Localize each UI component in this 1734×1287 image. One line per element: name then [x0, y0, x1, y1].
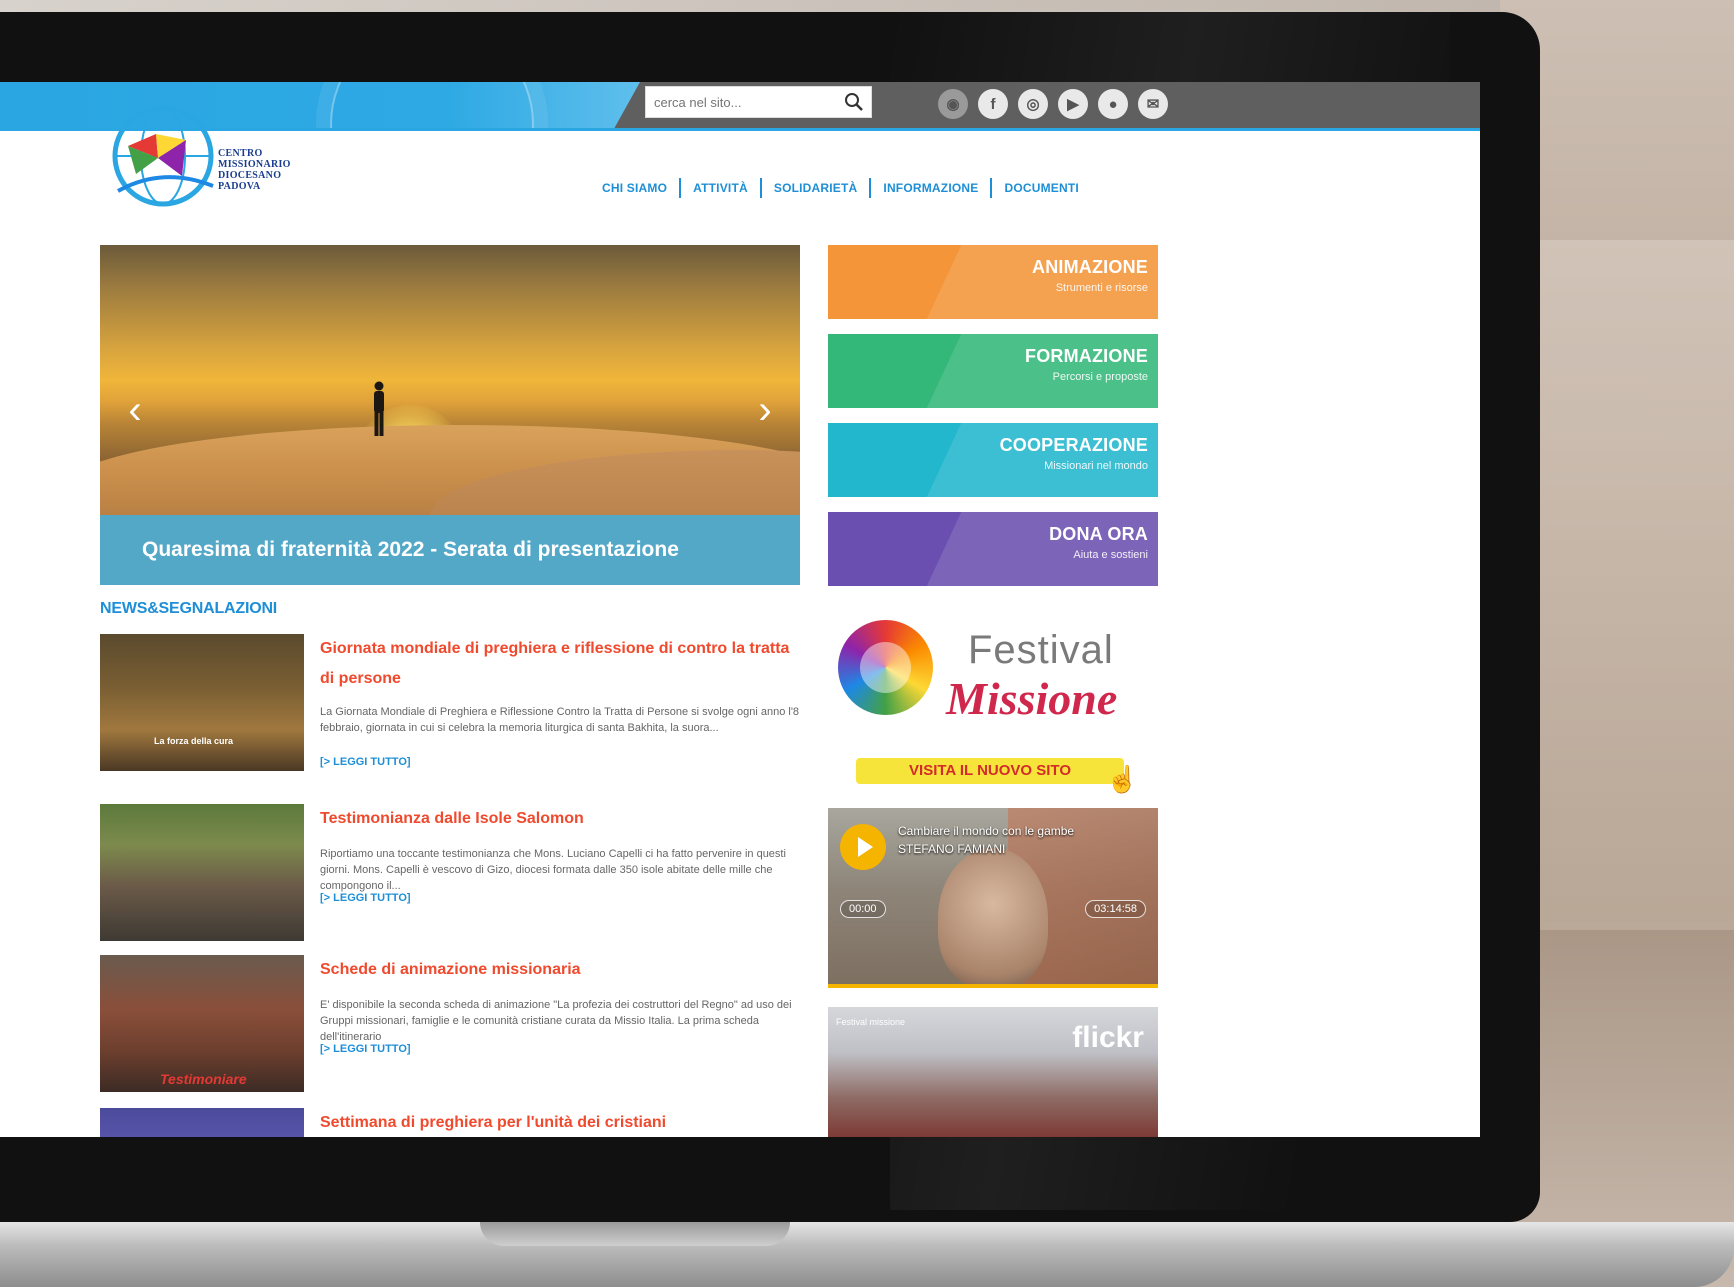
tile-subtitle: Percorsi e proposte: [1052, 371, 1148, 383]
nav-informazione[interactable]: INFORMAZIONE: [871, 181, 990, 195]
tile-title: DONA ORA: [1049, 524, 1148, 544]
slider-prev-button[interactable]: ‹: [120, 390, 150, 430]
slider-next-button[interactable]: ›: [750, 390, 780, 430]
background-panel: [1540, 240, 1734, 930]
festival-word-missione: Missione: [946, 673, 1118, 724]
news-item: Settimana di preghiera per l'unità dei c…: [100, 1108, 810, 1137]
tile-subtitle: Aiuta e sostieni: [1073, 549, 1148, 561]
pointer-hand-icon: ☝: [1106, 764, 1139, 794]
flickr-icon[interactable]: ●: [1098, 89, 1128, 119]
read-more-link[interactable]: [> LEGGI TUTTO]: [320, 1043, 411, 1055]
tile-title: COOPERAZIONE: [999, 435, 1148, 455]
read-more-link[interactable]: [> LEGGI TUTTO]: [320, 756, 411, 768]
nav-solidarieta[interactable]: SOLIDARIETÀ: [762, 181, 870, 195]
flickr-widget[interactable]: Festival missione flickr: [828, 1007, 1158, 1137]
news-item: Testimonianza dalle Isole Salomon Riport…: [100, 804, 810, 944]
tile-animazione[interactable]: ANIMAZIONE Strumenti e risorse: [828, 245, 1158, 319]
news-body: E' disponibile la seconda scheda di anim…: [320, 999, 792, 1043]
thumb-caption: La forza della cura: [154, 736, 234, 746]
news-title[interactable]: Settimana di preghiera per l'unità dei c…: [320, 1108, 800, 1137]
nav-chi-siamo[interactable]: CHI SIAMO: [590, 181, 679, 195]
logo-line-3: DIOCESANO: [218, 170, 282, 181]
globe-logo-icon: [112, 105, 214, 207]
instagram-icon[interactable]: ◎: [1018, 89, 1048, 119]
flickr-logo: flickr: [1072, 1021, 1144, 1054]
slide-image: [100, 245, 800, 560]
tile-title: FORMAZIONE: [1025, 346, 1148, 366]
search-icon[interactable]: [843, 91, 865, 113]
facebook-icon[interactable]: f: [978, 89, 1008, 119]
video-player[interactable]: Cambiare il mondo con le gambe STEFANO F…: [828, 808, 1158, 988]
slide-caption: Quaresima di fraternità 2022 - Serata di…: [100, 515, 800, 585]
festival-word: Festival: [968, 628, 1114, 672]
logo-text: CENTRO MISSIONARIO DIOCESANO PADOVA: [218, 148, 291, 192]
news-body: Riportiamo una toccante testimonianza ch…: [320, 848, 786, 892]
search-box: [645, 86, 872, 118]
top-bar-accent: [0, 82, 640, 128]
main-nav: CHI SIAMO ATTIVITÀ SOLIDARIETÀ INFORMAZI…: [590, 178, 1091, 198]
email-icon[interactable]: ✉: [1138, 89, 1168, 119]
nav-attivita[interactable]: ATTIVITÀ: [681, 181, 760, 195]
youtube-icon[interactable]: ▶: [1058, 89, 1088, 119]
laptop-screen: ◉ f ◎ ▶ ● ✉ CENTRO MISSIONARIO DIOCESANO…: [0, 82, 1480, 1137]
tile-title: ANIMAZIONE: [1032, 257, 1148, 277]
news-body: La Giornata Mondiale di Preghiera e Rifl…: [320, 706, 800, 734]
video-time-total: 03:14:58: [1085, 900, 1146, 918]
video-progress-bar[interactable]: [828, 984, 1158, 988]
thumb-caption: Testimoniare: [160, 1071, 247, 1087]
tile-subtitle: Strumenti e risorse: [1055, 282, 1148, 294]
slide-caption-text: Quaresima di fraternità 2022 - Serata di…: [142, 538, 679, 561]
news-thumbnail[interactable]: La forza della cura: [100, 634, 304, 771]
video-time-current: 00:00: [840, 900, 886, 918]
social-links: ◉ f ◎ ▶ ● ✉: [938, 89, 1168, 119]
news-title[interactable]: Giornata mondiale di preghiera e rifless…: [320, 634, 800, 694]
read-more-link[interactable]: [> LEGGI TUTTO]: [320, 892, 411, 904]
logo-line-4: PADOVA: [218, 181, 261, 192]
rss-icon[interactable]: ◉: [938, 89, 968, 119]
flickr-album-title: Festival missione: [836, 1017, 906, 1027]
play-icon[interactable]: [840, 824, 886, 870]
logo-line-2: MISSIONARIO: [218, 159, 291, 170]
video-title: Cambiare il mondo con le gambe STEFANO F…: [898, 824, 1075, 856]
tile-cooperazione[interactable]: COOPERAZIONE Missionari nel mondo: [828, 423, 1158, 497]
tile-dona-ora[interactable]: DONA ORA Aiuta e sostieni: [828, 512, 1158, 586]
news-thumbnail[interactable]: Testimoniare: [100, 955, 304, 1092]
visit-site-button[interactable]: VISITA IL NUOVO SITO: [856, 758, 1124, 784]
person-silhouette: [374, 381, 384, 436]
news-thumbnail[interactable]: [100, 1108, 304, 1137]
nav-documenti[interactable]: DOCUMENTI: [992, 181, 1090, 195]
festival-banner[interactable]: Festival Missione VISITA IL NUOVO SITO: [828, 610, 1158, 784]
logo-line-1: CENTRO: [218, 148, 263, 159]
site-logo[interactable]: CENTRO MISSIONARIO DIOCESANO PADOVA: [108, 96, 298, 216]
search-input[interactable]: [646, 87, 834, 117]
tile-subtitle: Missionari nel mondo: [1044, 460, 1148, 472]
festival-logo-icon: [838, 620, 933, 715]
news-heading: NEWS&SEGNALAZIONI: [100, 600, 278, 617]
video-face: [938, 848, 1048, 988]
hero-slider[interactable]: ‹ › Quaresima di fraternità 2022 - Serat…: [100, 245, 800, 585]
news-title[interactable]: Testimonianza dalle Isole Salomon: [320, 804, 800, 834]
news-item: La forza della cura Giornata mondiale di…: [100, 634, 810, 774]
news-thumbnail[interactable]: [100, 804, 304, 941]
news-title[interactable]: Schede di animazione missionaria: [320, 955, 800, 985]
news-item: Testimoniare Schede di animazione missio…: [100, 955, 810, 1095]
laptop-notch: [480, 1222, 790, 1246]
tile-formazione[interactable]: FORMAZIONE Percorsi e proposte: [828, 334, 1158, 408]
laptop-base: [0, 1222, 1734, 1287]
